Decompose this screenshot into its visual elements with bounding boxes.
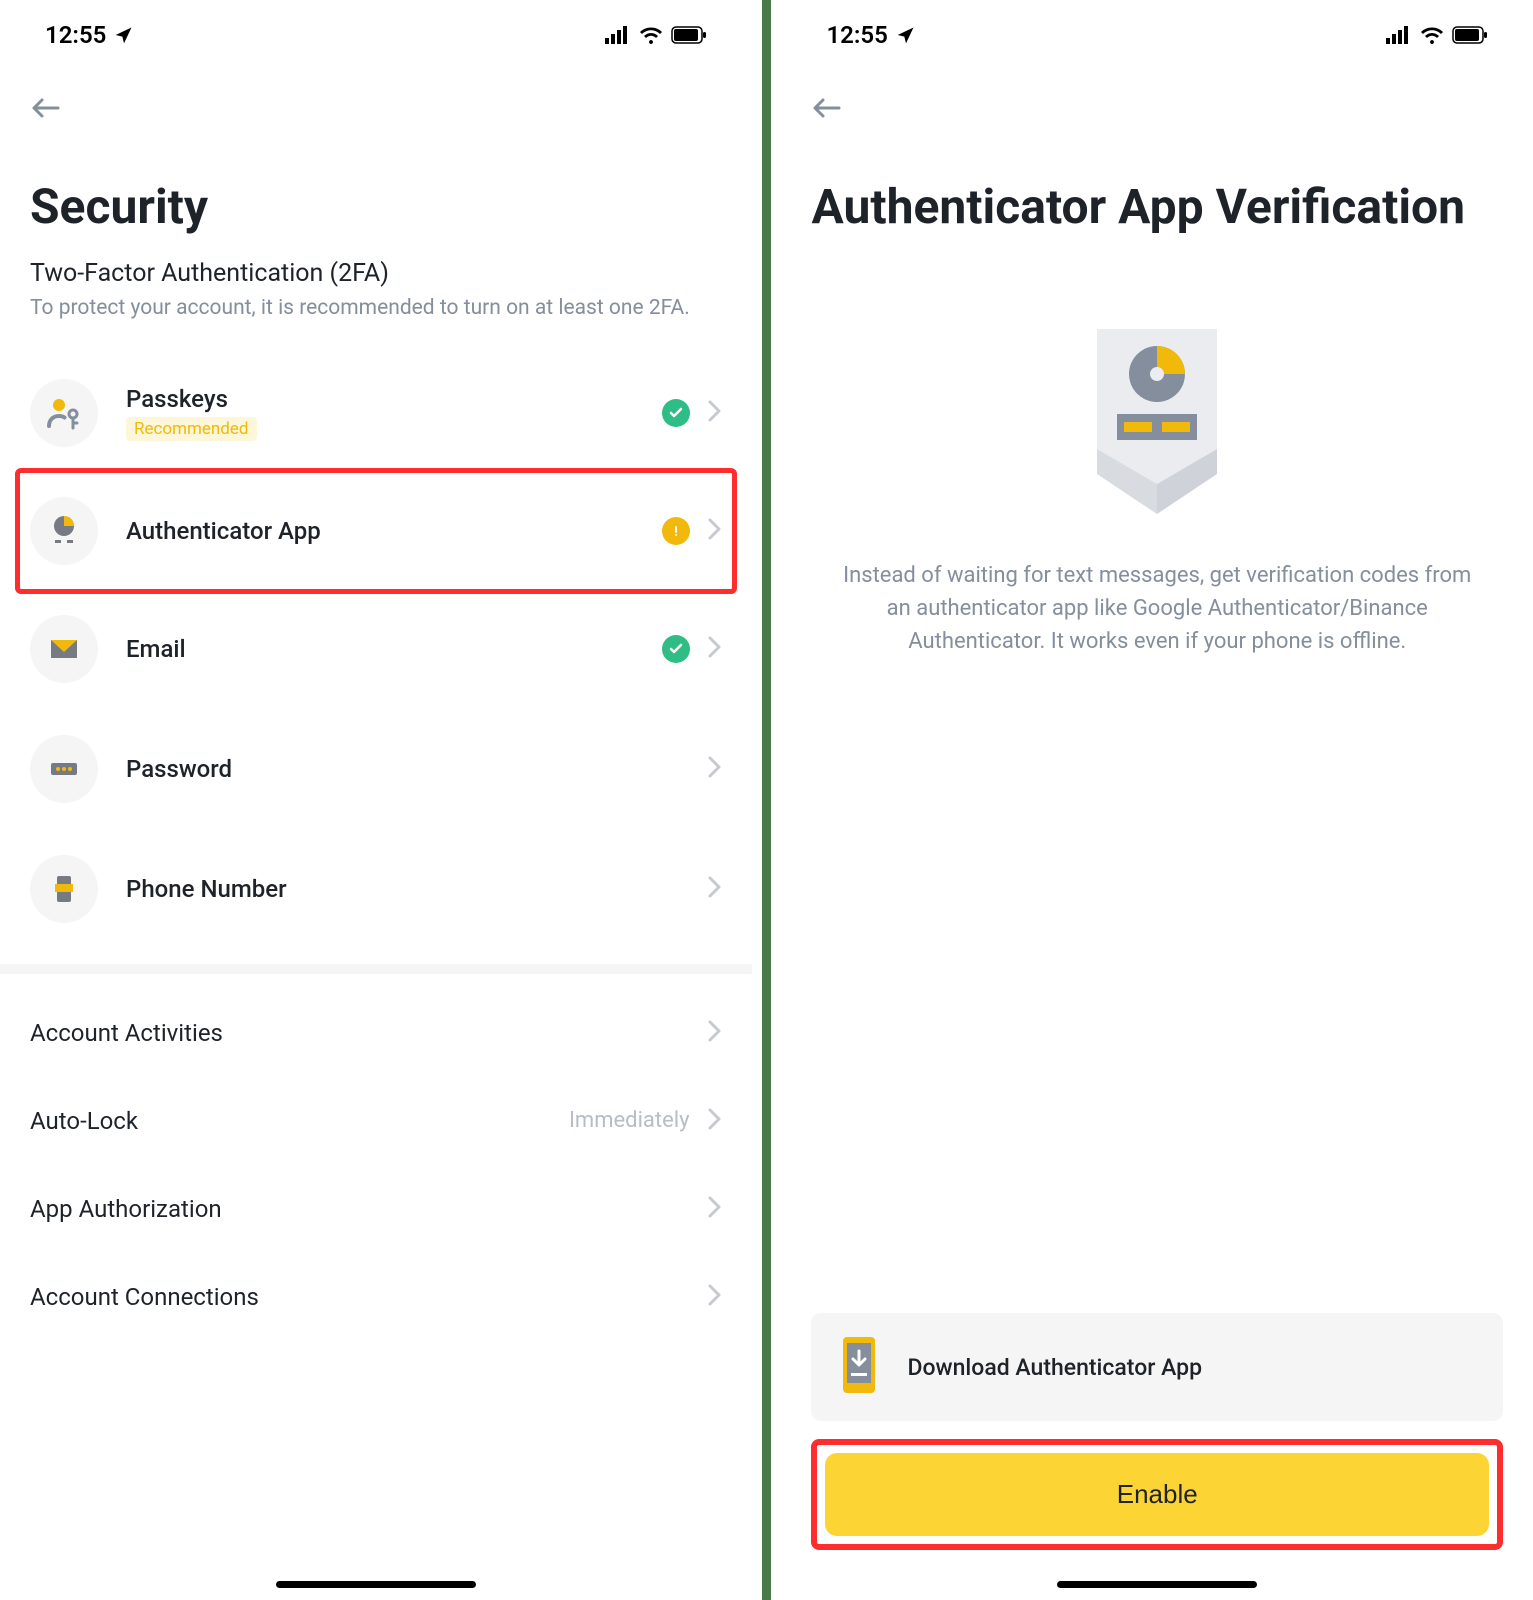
back-button[interactable] bbox=[30, 90, 62, 129]
status-bar: 12:55 bbox=[811, 0, 1503, 60]
item-label: Account Activities bbox=[30, 1019, 223, 1047]
chevron-right-icon bbox=[708, 1020, 722, 1046]
item-label: Auto-Lock bbox=[30, 1107, 138, 1135]
chevron-right-icon bbox=[708, 400, 722, 426]
download-phone-icon bbox=[835, 1335, 883, 1399]
home-indicator[interactable] bbox=[276, 1581, 476, 1588]
item-label: App Authorization bbox=[30, 1195, 222, 1223]
page-title: Authenticator App Verification bbox=[811, 139, 1503, 259]
battery-icon bbox=[1452, 26, 1488, 44]
item-password[interactable]: Password bbox=[30, 709, 722, 829]
arrow-left-icon bbox=[30, 96, 62, 120]
status-bar: 12:55 bbox=[30, 0, 722, 60]
check-icon bbox=[662, 635, 690, 663]
item-authenticator-app[interactable]: Authenticator App bbox=[30, 473, 722, 589]
item-label: Password bbox=[126, 755, 708, 783]
highlight-enable: Enable bbox=[811, 1439, 1503, 1550]
chevron-right-icon bbox=[708, 636, 722, 662]
item-auto-lock[interactable]: Auto-Lock Immediately bbox=[30, 1077, 722, 1165]
item-label: Email bbox=[126, 635, 662, 663]
location-icon bbox=[114, 25, 134, 45]
section-description: To protect your account, it is recommend… bbox=[30, 294, 722, 352]
chevron-right-icon bbox=[708, 1108, 722, 1134]
check-icon bbox=[662, 399, 690, 427]
wifi-icon bbox=[639, 26, 663, 44]
chevron-right-icon bbox=[708, 876, 722, 902]
signal-icon bbox=[1386, 26, 1412, 44]
alert-icon bbox=[662, 517, 690, 545]
page-title: Security bbox=[30, 139, 722, 259]
item-email[interactable]: Email bbox=[30, 589, 722, 709]
item-phone-number[interactable]: Phone Number bbox=[30, 829, 722, 949]
section-title: Two-Factor Authentication (2FA) bbox=[30, 259, 722, 294]
item-label: Phone Number bbox=[126, 875, 708, 903]
item-value: Immediately bbox=[569, 1108, 690, 1133]
chevron-right-icon bbox=[708, 518, 722, 544]
section-divider bbox=[0, 964, 752, 974]
authenticator-icon bbox=[30, 497, 98, 565]
highlight-authenticator: Authenticator App bbox=[15, 468, 737, 594]
screen-authenticator-verification: 12:55 Authenticator App Verification bbox=[781, 0, 1533, 1600]
signal-icon bbox=[605, 26, 631, 44]
status-time: 12:55 bbox=[826, 21, 887, 49]
screen-security: 12:55 Security Two-Factor Authentication… bbox=[0, 0, 752, 1600]
download-authenticator-row[interactable]: Download Authenticator App bbox=[811, 1313, 1503, 1421]
authenticator-illustration bbox=[811, 259, 1503, 559]
divider bbox=[762, 0, 772, 1600]
item-label: Account Connections bbox=[30, 1283, 259, 1311]
wifi-icon bbox=[1420, 26, 1444, 44]
password-icon bbox=[30, 735, 98, 803]
item-account-connections[interactable]: Account Connections bbox=[30, 1253, 722, 1341]
item-label: Authenticator App bbox=[126, 517, 662, 545]
chevron-right-icon bbox=[708, 756, 722, 782]
item-passkeys[interactable]: Passkeys Recommended bbox=[30, 353, 722, 473]
home-indicator[interactable] bbox=[1057, 1581, 1257, 1588]
item-label: Passkeys bbox=[126, 385, 662, 413]
recommended-badge: Recommended bbox=[126, 417, 257, 441]
chevron-right-icon bbox=[708, 1196, 722, 1222]
item-app-authorization[interactable]: App Authorization bbox=[30, 1165, 722, 1253]
item-account-activities[interactable]: Account Activities bbox=[30, 989, 722, 1077]
email-icon bbox=[30, 615, 98, 683]
arrow-left-icon bbox=[811, 96, 843, 120]
description-text: Instead of waiting for text messages, ge… bbox=[811, 559, 1503, 698]
phone-icon bbox=[30, 855, 98, 923]
status-time: 12:55 bbox=[45, 21, 106, 49]
passkeys-icon bbox=[30, 379, 98, 447]
back-button[interactable] bbox=[811, 90, 843, 129]
battery-icon bbox=[671, 26, 707, 44]
enable-button[interactable]: Enable bbox=[825, 1453, 1489, 1536]
chevron-right-icon bbox=[708, 1284, 722, 1310]
download-label: Download Authenticator App bbox=[907, 1354, 1202, 1381]
location-icon bbox=[896, 25, 916, 45]
